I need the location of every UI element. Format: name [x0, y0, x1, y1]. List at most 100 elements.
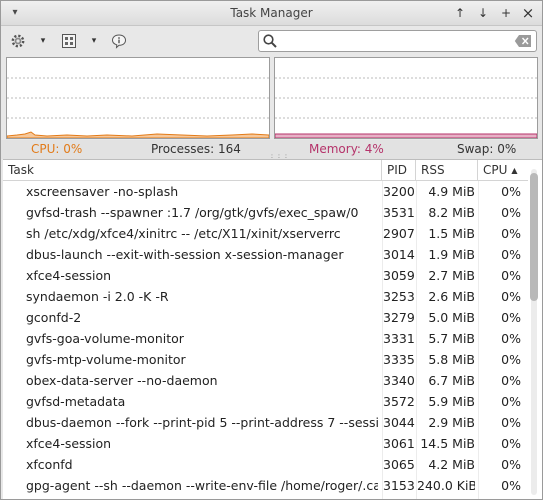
pid-cell: 3200	[383, 184, 415, 199]
table-row[interactable]: dbus-daemon --fork --print-pid 5 --print…	[3, 412, 528, 433]
cpu-cell: 0%	[501, 247, 521, 262]
table-row[interactable]: obex-data-server --no-daemon 3340 6.7 MiB 0…	[3, 370, 528, 391]
task-name-cell: gpg-agent --sh --daemon --write-env-file…	[26, 478, 378, 493]
settings-dropdown-arrow[interactable]: ▾	[38, 34, 48, 48]
column-header-pid[interactable]: PID	[382, 160, 416, 181]
pid-cell: 3331	[383, 331, 415, 346]
table-row[interactable]: gpg-agent --sh --daemon --write-env-file…	[3, 475, 528, 496]
rss-cell: 4.9 MiB	[428, 184, 475, 199]
table-row[interactable]: xfconfd 3065 4.2 MiB 0%	[3, 454, 528, 475]
cpu-cell: 0%	[501, 457, 521, 472]
scrollbar-thumb[interactable]	[530, 173, 538, 301]
table-row[interactable]: gvfs-mtp-volume-monitor 3335 5.8 MiB 0%	[3, 349, 528, 370]
pid-cell: 3044	[383, 415, 415, 430]
pid-cell: 3014	[383, 247, 415, 262]
cpu-cell: 0%	[501, 289, 521, 304]
table-row[interactable]: xscreensaver -no-splash 3200 4.9 MiB 0%	[3, 181, 528, 202]
cpu-usage-label: CPU: 0%	[31, 142, 83, 156]
rss-cell: 5.0 MiB	[428, 310, 475, 325]
pid-cell: 3531	[383, 205, 415, 220]
rss-cell: 8.2 MiB	[428, 205, 475, 220]
memory-graph	[274, 57, 538, 139]
columns-dropdown-arrow[interactable]: ▾	[89, 34, 99, 48]
table-row[interactable]: xfce4-session 3061 14.5 MiB 0%	[3, 433, 528, 454]
maximize-button[interactable]: +	[498, 5, 514, 21]
task-name-cell: gvfsd-metadata	[26, 394, 126, 409]
vertical-scrollbar[interactable]	[529, 169, 539, 495]
rss-cell: 5.8 MiB	[428, 352, 475, 367]
table-row[interactable]: sh /etc/xdg/xfce4/xinitrc -- /etc/X11/xi…	[3, 223, 528, 244]
pid-cell: 3061	[383, 436, 415, 451]
pid-cell: 3335	[383, 352, 415, 367]
task-name-cell: sh /etc/xdg/xfce4/xinitrc -- /etc/X11/xi…	[26, 226, 341, 241]
cpu-cell: 0%	[501, 268, 521, 283]
rss-cell: 240.0 KiB	[417, 478, 475, 493]
rss-cell: 2.9 MiB	[428, 415, 475, 430]
titlebar[interactable]: ▾ Task Manager ↑ ↓ + ×	[1, 1, 542, 26]
process-count-label: Processes: 164	[151, 142, 241, 156]
task-name-cell: dbus-daemon --fork --print-pid 5 --print…	[26, 415, 378, 430]
pid-cell: 3572	[383, 394, 415, 409]
table-row[interactable]: gvfs-goa-volume-monitor 3331 5.7 MiB 0%	[3, 328, 528, 349]
clear-search-icon[interactable]	[514, 34, 532, 48]
table-row[interactable]: dbus-launch --exit-with-session x-sessio…	[3, 244, 528, 265]
column-header-task[interactable]: Task	[3, 160, 382, 181]
memory-usage-label: Memory: 4%	[309, 142, 384, 156]
search-box[interactable]	[258, 30, 537, 52]
task-name-cell: dbus-launch --exit-with-session x-sessio…	[26, 247, 344, 262]
task-manager-window: ▾ Task Manager ↑ ↓ + × ▾ ▾ CPU: 0% Proce…	[0, 0, 543, 500]
task-name-cell: gvfs-goa-volume-monitor	[26, 331, 184, 346]
search-icon	[263, 34, 277, 48]
rss-cell: 2.6 MiB	[428, 289, 475, 304]
task-name-cell: xfce4-session	[26, 268, 112, 283]
task-name-cell: syndaemon -i 2.0 -K -R	[26, 289, 169, 304]
cpu-cell: 0%	[501, 373, 521, 388]
pid-cell: 3253	[383, 289, 415, 304]
cpu-cell: 0%	[501, 436, 521, 451]
pid-cell: 3279	[383, 310, 415, 325]
info-icon[interactable]	[111, 33, 127, 49]
task-name-cell: xfce4-session	[26, 436, 112, 451]
pid-cell: 3059	[383, 268, 415, 283]
table-row[interactable]: gvfsd-metadata 3572 5.9 MiB 0%	[3, 391, 528, 412]
table-header: Task PID RSS CPU ▲	[3, 160, 528, 181]
column-header-cpu[interactable]: CPU ▲	[478, 160, 528, 181]
table-row[interactable]: gvfsd-trash --spawner :1.7 /org/gtk/gvfs…	[3, 202, 528, 223]
search-input[interactable]	[281, 33, 506, 49]
cpu-usage-line	[7, 131, 269, 138]
rss-cell: 2.7 MiB	[428, 268, 475, 283]
table-row[interactable]: syndaemon -i 2.0 -K -R 3253 2.6 MiB 0%	[3, 286, 528, 307]
task-name-cell: gconfd-2	[26, 310, 82, 325]
columns-icon[interactable]	[61, 33, 77, 49]
close-button[interactable]: ×	[520, 5, 536, 21]
cpu-cell: 0%	[501, 184, 521, 199]
cpu-cell: 0%	[501, 478, 521, 493]
cpu-cell: 0%	[501, 331, 521, 346]
memory-usage-line	[275, 133, 537, 138]
pid-cell: 3153	[383, 478, 415, 493]
minimize-button[interactable]: ↓	[475, 5, 491, 21]
rss-cell: 14.5 MiB	[420, 436, 475, 451]
column-header-rss[interactable]: RSS	[416, 160, 478, 181]
pid-cell: 2907	[383, 226, 415, 241]
sort-ascending-icon: ▲	[511, 166, 518, 175]
settings-gear-icon[interactable]	[10, 33, 26, 49]
keep-above-button[interactable]: ↑	[452, 5, 468, 21]
toolbar: ▾ ▾	[1, 26, 542, 56]
task-name-cell: gvfs-mtp-volume-monitor	[26, 352, 186, 367]
cpu-cell: 0%	[501, 226, 521, 241]
table-row[interactable]: gconfd-2 3279 5.0 MiB 0%	[3, 307, 528, 328]
task-name-cell: xscreensaver -no-splash	[26, 184, 179, 199]
pid-cell: 3065	[383, 457, 415, 472]
task-name-cell: xfconfd	[26, 457, 73, 472]
cpu-cell: 0%	[501, 205, 521, 220]
rss-cell: 1.5 MiB	[428, 226, 475, 241]
task-name-cell: obex-data-server --no-daemon	[26, 373, 218, 388]
cpu-cell: 0%	[501, 415, 521, 430]
cpu-graph	[6, 57, 270, 139]
task-name-cell: gvfsd-trash --spawner :1.7 /org/gtk/gvfs…	[26, 205, 359, 220]
rss-cell: 1.9 MiB	[428, 247, 475, 262]
cpu-cell: 0%	[501, 352, 521, 367]
table-row[interactable]: xfce4-session 3059 2.7 MiB 0%	[3, 265, 528, 286]
table-body: xscreensaver -no-splash 3200 4.9 MiB 0% gvfs…	[3, 181, 528, 496]
